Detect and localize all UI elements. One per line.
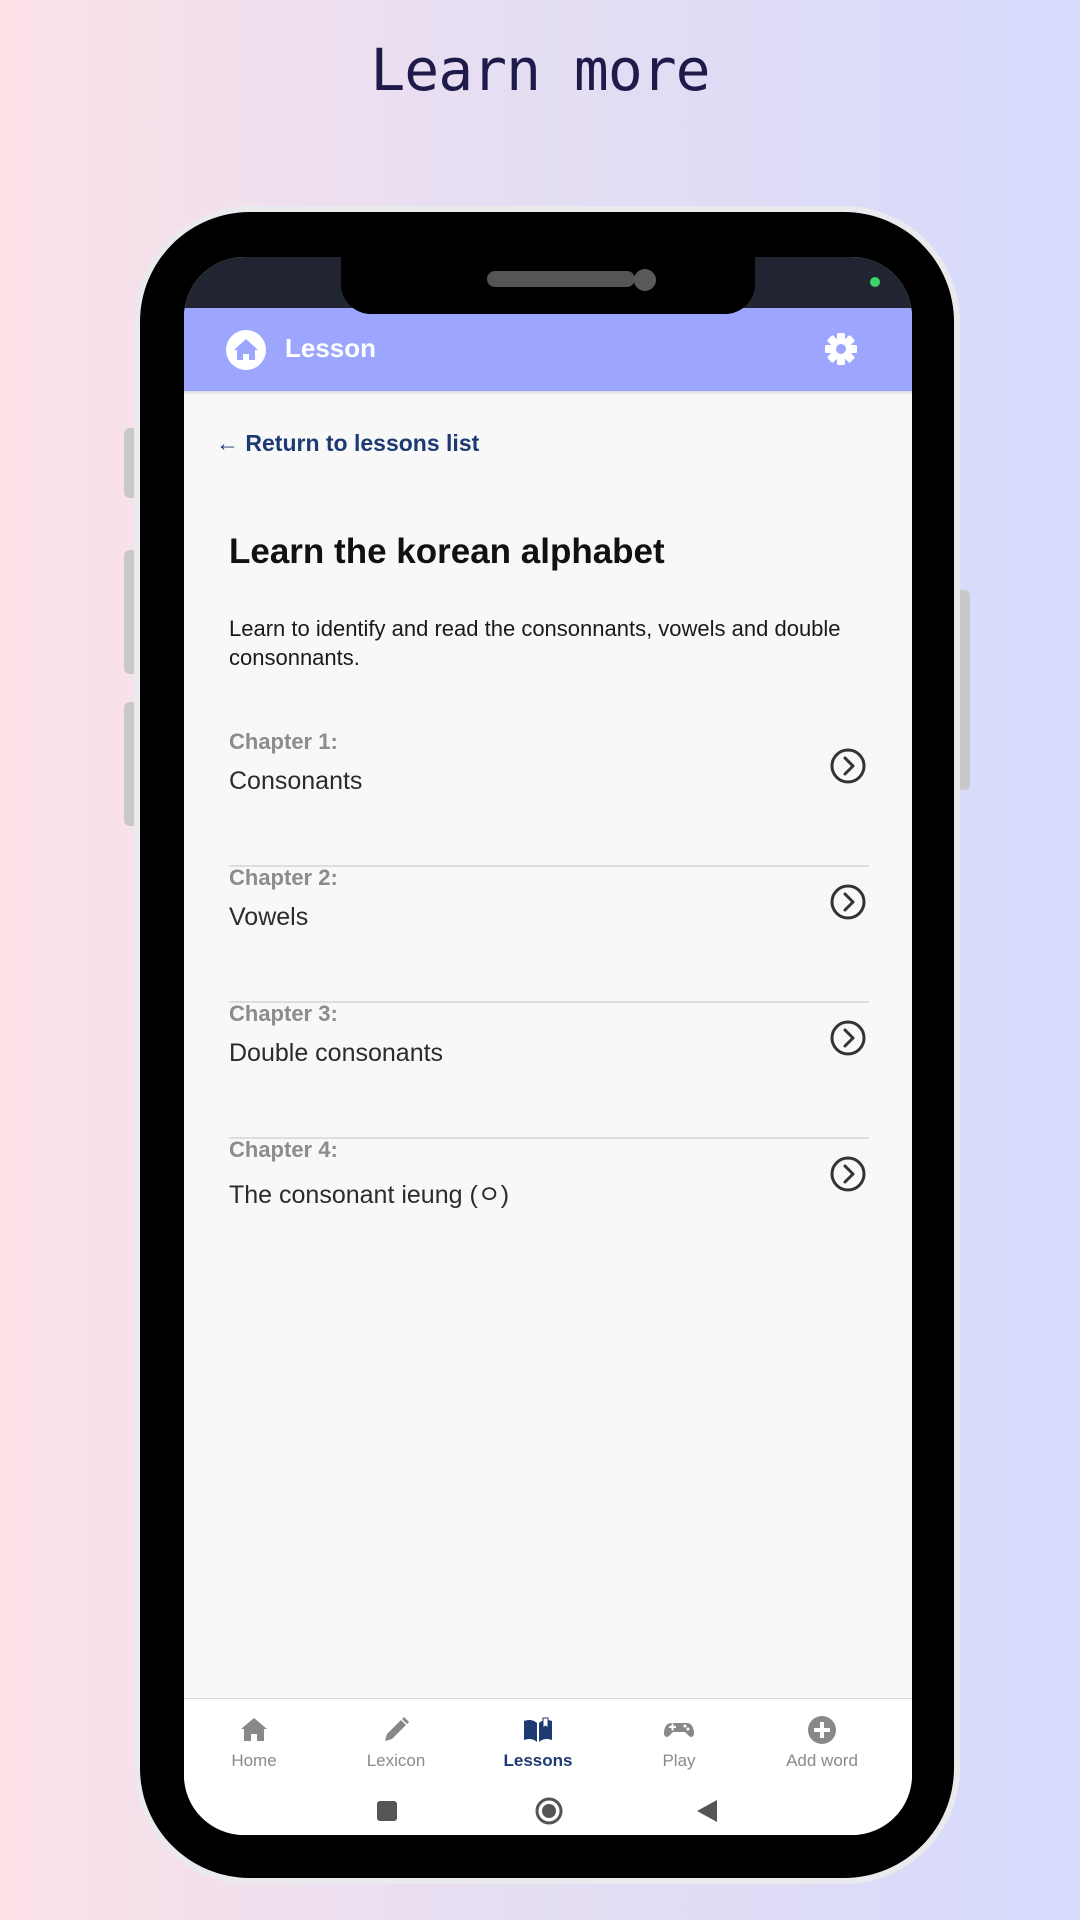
chapter-name: Vowels <box>229 903 309 931</box>
home-circle-icon[interactable] <box>534 1796 564 1826</box>
chapter-item-4[interactable]: Chapter 4: The consonant ieung (ㅇ) <box>229 1137 869 1273</box>
chevron-right-circle-icon[interactable] <box>829 1019 867 1057</box>
nav-label: Home <box>231 1751 277 1770</box>
app-bar-title: Lesson <box>285 333 377 363</box>
back-triangle-icon[interactable] <box>695 1799 719 1823</box>
nav-item-add-word[interactable]: Add word <box>752 1713 892 1771</box>
nav-label: Add word <box>786 1751 858 1770</box>
speaker-grille <box>487 271 635 287</box>
gamepad-icon <box>664 1723 694 1737</box>
chevron-right-circle-icon[interactable] <box>829 883 867 921</box>
nav-item-lexicon[interactable]: Lexicon <box>326 1713 466 1771</box>
front-camera <box>634 269 656 291</box>
chevron-right-circle-icon[interactable] <box>829 1155 867 1193</box>
home-icon[interactable] <box>226 330 266 370</box>
home-icon <box>241 1718 267 1741</box>
nav-item-play[interactable]: Play <box>609 1713 749 1771</box>
power-button <box>956 590 970 790</box>
lesson-title: Learn the korean alphabet <box>229 532 665 571</box>
plus-circle-icon <box>808 1716 836 1744</box>
promo-title: Learn more <box>370 36 710 104</box>
phone-notch <box>341 257 755 314</box>
nav-item-lessons[interactable]: Lessons <box>468 1713 608 1771</box>
volume-silent-button <box>124 428 138 498</box>
chapter-item-1[interactable]: Chapter 1: Consonants <box>229 729 869 867</box>
chapter-name: Consonants <box>229 767 363 795</box>
volume-up-button <box>124 550 138 674</box>
chapter-label: Chapter 2: <box>229 865 338 890</box>
chapter-name: The consonant ieung (ㅇ) <box>229 1181 510 1209</box>
app-bar: Lesson <box>184 308 912 391</box>
phone-screen: Lesson ← Return to lessons list Learn th… <box>184 257 912 1835</box>
nav-label: Lessons <box>503 1751 573 1770</box>
lesson-description: Learn to identify and read the consonnan… <box>229 616 841 670</box>
nav-label: Play <box>662 1751 696 1770</box>
book-icon <box>524 1717 552 1742</box>
volume-down-button <box>124 702 138 826</box>
status-indicator-dot <box>870 277 880 287</box>
chevron-right-circle-icon[interactable] <box>829 747 867 785</box>
pencil-icon <box>385 1717 409 1741</box>
recents-square-icon[interactable] <box>375 1799 399 1823</box>
chapter-item-3[interactable]: Chapter 3: Double consonants <box>229 1001 869 1139</box>
chapter-label: Chapter 4: <box>229 1137 338 1162</box>
gear-icon[interactable] <box>822 330 860 368</box>
nav-item-home[interactable]: Home <box>184 1713 324 1771</box>
bottom-navigation: Home Lexicon Lessons Play Add word <box>184 1698 912 1789</box>
chapter-label: Chapter 1: <box>229 729 338 754</box>
return-to-lessons-link[interactable]: ← Return to lessons list <box>216 430 479 457</box>
system-navigation-bar <box>184 1788 912 1835</box>
chapter-item-2[interactable]: Chapter 2: Vowels <box>229 865 869 1003</box>
chapter-name: Double consonants <box>229 1039 444 1067</box>
nav-label: Lexicon <box>366 1751 426 1770</box>
chapter-label: Chapter 3: <box>229 1001 338 1026</box>
